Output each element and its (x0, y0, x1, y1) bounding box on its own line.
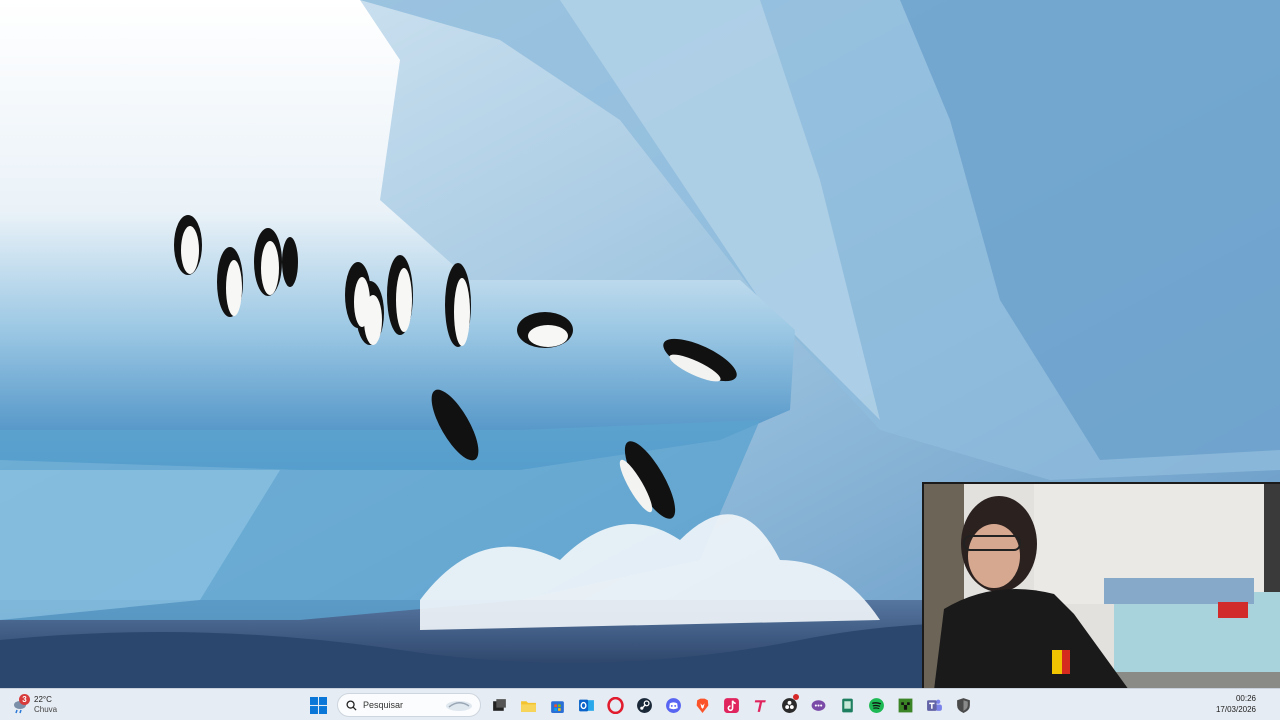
weather-temperature: 22°C (34, 695, 52, 704)
notification-dot (793, 694, 799, 700)
discord-button[interactable] (659, 692, 688, 718)
microsoft-store-button[interactable] (543, 692, 572, 718)
spotify-button[interactable] (862, 692, 891, 718)
notes-button[interactable] (833, 692, 862, 718)
steam-icon (637, 697, 652, 713)
webcam-feed (924, 484, 1280, 688)
notification-badge: 3 (19, 694, 30, 705)
webcam-overlay (922, 482, 1280, 688)
weather-widget[interactable]: 3 22°C Chuva (12, 692, 92, 718)
task-view-icon (493, 698, 506, 711)
rain-icon: 3 (12, 694, 30, 714)
outlook-icon (579, 699, 594, 711)
tiktok-button[interactable] (717, 692, 746, 718)
system-clock[interactable]: 00:26 17/03/2026 (1216, 693, 1256, 715)
t-icon (754, 699, 766, 712)
opera-button[interactable] (601, 692, 630, 718)
taskbar-apps: Pesquisar (304, 692, 978, 718)
discord-icon (666, 697, 681, 713)
store-icon (551, 700, 564, 713)
shield-icon (957, 697, 970, 713)
clock-date: 17/03/2026 (1215, 705, 1256, 714)
opera-icon (607, 696, 624, 714)
search-highlight-icon (446, 701, 472, 711)
minecraft-icon (898, 698, 913, 712)
search-icon (346, 699, 357, 711)
teams-button[interactable] (920, 692, 949, 718)
spotify-icon (869, 697, 884, 713)
security-button[interactable] (949, 692, 978, 718)
minecraft-button[interactable] (891, 692, 920, 718)
taskbar-search[interactable]: Pesquisar (337, 693, 481, 717)
podcast-button[interactable] (804, 692, 833, 718)
search-placeholder: Pesquisar (363, 700, 404, 710)
obs-button[interactable] (775, 692, 804, 718)
t-app-button[interactable] (746, 692, 775, 718)
taskbar: 3 22°C Chuva Pesquisar 00:26 17/03/2026 (0, 688, 1280, 720)
notes-icon (842, 698, 853, 712)
windows-logo-icon (310, 696, 327, 714)
teams-icon (927, 699, 942, 711)
file-explorer-button[interactable] (514, 692, 543, 718)
outlook-button[interactable] (572, 692, 601, 718)
start-button[interactable] (304, 692, 333, 718)
folder-icon (521, 700, 536, 712)
podcast-icon (811, 699, 826, 711)
weather-condition: Chuva (34, 705, 58, 714)
brave-button[interactable] (688, 692, 717, 718)
steam-button[interactable] (630, 692, 659, 718)
task-view-button[interactable] (485, 692, 514, 718)
clock-time: 00:26 (1235, 694, 1256, 703)
brave-icon (696, 698, 709, 713)
tiktok-icon (724, 697, 739, 713)
